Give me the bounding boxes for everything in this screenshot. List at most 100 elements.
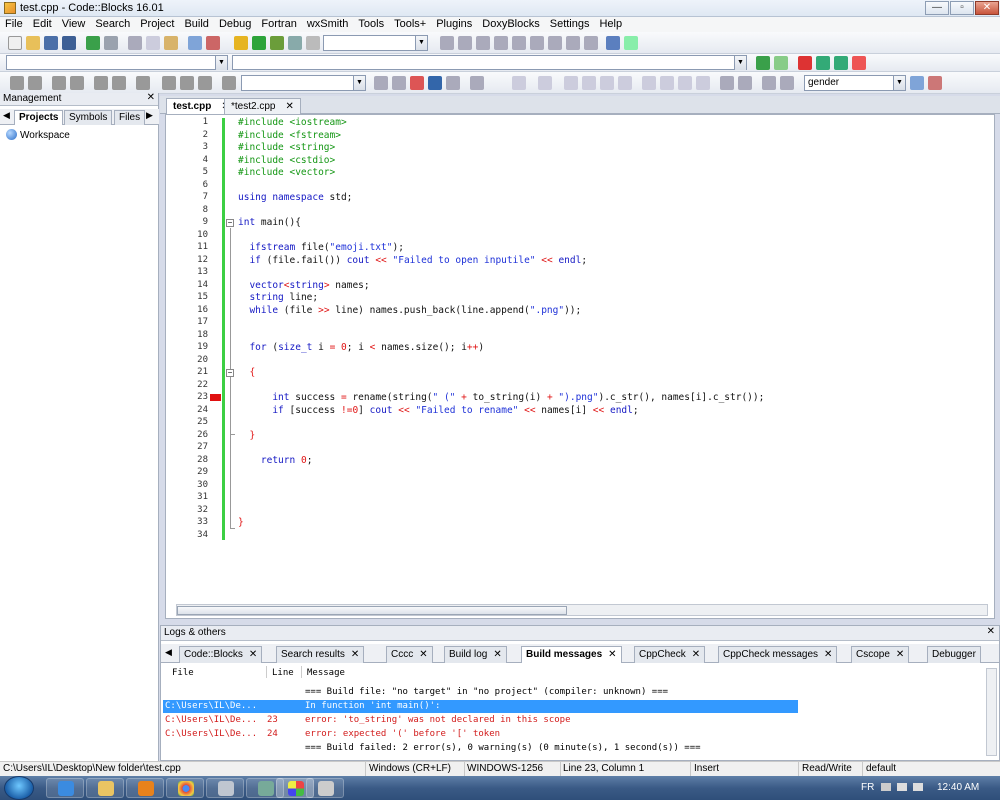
tab-cccc[interactable]: Cccc ✕ bbox=[386, 646, 433, 663]
log-row[interactable]: === Build file: "no target" in "no proje… bbox=[163, 686, 798, 699]
code-line[interactable]: if (file.fail()) cout << "Failed to open… bbox=[238, 255, 587, 266]
abort-icon[interactable] bbox=[306, 36, 320, 50]
shape-icon-2[interactable] bbox=[582, 76, 596, 90]
replace-icon[interactable] bbox=[206, 36, 220, 50]
build-target-combo[interactable]: ▼ bbox=[323, 35, 428, 51]
shape-icon-8[interactable] bbox=[696, 76, 710, 90]
tab-test2-cpp[interactable]: *test2.cpp ✕ bbox=[224, 98, 301, 114]
close-tab-icon[interactable]: ✕ bbox=[249, 649, 257, 660]
shape-icon-4[interactable] bbox=[618, 76, 632, 90]
code-line[interactable]: #include <vector> bbox=[238, 167, 335, 178]
menu-build[interactable]: Build bbox=[179, 17, 213, 32]
close-tab-icon[interactable]: ✕ bbox=[692, 649, 700, 660]
text-style-icon[interactable] bbox=[428, 76, 442, 90]
code-line[interactable]: if [success !=0] cout << "Failed to rena… bbox=[238, 405, 638, 416]
debug-windows-icon[interactable] bbox=[606, 36, 620, 50]
tool-icon-2[interactable] bbox=[28, 76, 42, 90]
log-row[interactable]: C:\Users\IL\De... 24 error: expected '(' b… bbox=[163, 728, 798, 741]
highlight-icon[interactable] bbox=[410, 76, 424, 90]
tab-cppcheck-messages[interactable]: CppCheck messages ✕ bbox=[718, 646, 838, 663]
network-icon[interactable] bbox=[897, 783, 907, 791]
cut-icon[interactable] bbox=[128, 36, 142, 50]
code-line[interactable]: int main(){ bbox=[238, 217, 301, 228]
marker-margin[interactable] bbox=[210, 115, 222, 605]
code-editor[interactable]: 1 2 3 4 5 6 7 8 9 10 11 12 13 14 15 16 17 18 19 20 21 22 23 24 2… bbox=[165, 114, 995, 619]
run-icon[interactable] bbox=[252, 36, 266, 50]
tool-icon-7[interactable] bbox=[136, 76, 150, 90]
code-line[interactable]: ifstream file("emoji.txt"); bbox=[238, 242, 403, 253]
close-tab-icon[interactable]: ✕ bbox=[824, 649, 832, 660]
next-bookmark-icon[interactable] bbox=[834, 56, 848, 70]
copy-icon[interactable] bbox=[146, 36, 160, 50]
taskbar-chrome[interactable] bbox=[166, 778, 204, 798]
volume-icon[interactable] bbox=[913, 783, 923, 791]
step-out-icon[interactable] bbox=[512, 36, 526, 50]
close-tab-icon[interactable]: ✕ bbox=[285, 101, 293, 112]
scope-combo[interactable]: ▼ bbox=[6, 55, 228, 70]
tool-icon-9[interactable] bbox=[180, 76, 194, 90]
menu-project[interactable]: Project bbox=[135, 17, 179, 32]
minimize-button[interactable]: — bbox=[925, 1, 949, 15]
tab-codeblocks-log[interactable]: Code::Blocks ✕ bbox=[179, 646, 263, 663]
save-all-icon[interactable] bbox=[62, 36, 76, 50]
maximize-button[interactable]: ▫ bbox=[950, 1, 974, 15]
tab-build-log[interactable]: Build log ✕ bbox=[444, 646, 507, 663]
rebuild-icon[interactable] bbox=[288, 36, 302, 50]
redo-icon[interactable] bbox=[104, 36, 118, 50]
step-into-icon[interactable] bbox=[494, 36, 508, 50]
close-tab-icon[interactable]: ✕ bbox=[608, 649, 616, 660]
taskbar-media[interactable] bbox=[126, 778, 164, 798]
menu-edit[interactable]: Edit bbox=[28, 17, 57, 32]
log-row[interactable]: C:\Users\IL\De... 23 error: 'to_string' wa… bbox=[163, 714, 798, 727]
tray-arrow-icon[interactable] bbox=[881, 783, 891, 791]
tool-icon-3[interactable] bbox=[52, 76, 66, 90]
menu-file[interactable]: File bbox=[0, 17, 28, 32]
menu-help[interactable]: Help bbox=[594, 17, 627, 32]
next-instruction-icon[interactable] bbox=[530, 36, 544, 50]
fold-margin[interactable]: − − bbox=[225, 115, 235, 605]
run-to-cursor-icon[interactable] bbox=[458, 36, 472, 50]
taskbar-app-1[interactable] bbox=[206, 778, 244, 798]
code-line[interactable]: return 0; bbox=[238, 455, 313, 466]
tool-icon-4[interactable] bbox=[70, 76, 84, 90]
nav-back-icon[interactable] bbox=[374, 76, 388, 90]
tool-icon-5[interactable] bbox=[94, 76, 108, 90]
new-file-icon[interactable] bbox=[8, 36, 22, 50]
jump-forward-icon[interactable] bbox=[774, 56, 788, 70]
tab-scroll-left-icon[interactable]: ◀ bbox=[3, 110, 10, 121]
menu-view[interactable]: View bbox=[57, 17, 91, 32]
column-message[interactable]: Message bbox=[307, 668, 345, 678]
code-line[interactable]: #include <cstdio> bbox=[238, 155, 335, 166]
code-line[interactable]: int success = rename(string(" (" + to_st… bbox=[238, 392, 764, 403]
tool-icon-12[interactable] bbox=[470, 76, 484, 90]
logs-vertical-scrollbar[interactable] bbox=[986, 668, 997, 756]
save-icon[interactable] bbox=[44, 36, 58, 50]
close-tab-icon[interactable]: ✕ bbox=[351, 649, 359, 660]
shape-icon-5[interactable] bbox=[642, 76, 656, 90]
settings-wrench-icon[interactable] bbox=[928, 76, 942, 90]
symbol-combo[interactable]: ▼ bbox=[241, 75, 366, 91]
shape-icon-1[interactable] bbox=[564, 76, 578, 90]
c-icon[interactable] bbox=[780, 76, 794, 90]
code-line[interactable]: } bbox=[238, 517, 244, 528]
close-logs-icon[interactable]: ✕ bbox=[987, 626, 995, 637]
code-line[interactable]: #include <fstream> bbox=[238, 130, 341, 141]
clear-bookmarks-icon[interactable] bbox=[852, 56, 866, 70]
tab-build-messages[interactable]: Build messages ✕ bbox=[521, 646, 622, 663]
tab-search-results[interactable]: Search results ✕ bbox=[276, 646, 365, 663]
code-line[interactable]: } bbox=[238, 430, 255, 441]
tool-icon-11[interactable] bbox=[222, 76, 236, 90]
tab-symbols[interactable]: Symbols bbox=[64, 110, 113, 125]
select-icon[interactable] bbox=[512, 76, 526, 90]
function-combo[interactable]: ▼ bbox=[232, 55, 747, 70]
debug-icon[interactable] bbox=[440, 36, 454, 50]
stop-debug-icon[interactable] bbox=[584, 36, 598, 50]
taskbar-ie[interactable] bbox=[46, 778, 84, 798]
code-line[interactable]: #include <string> bbox=[238, 142, 335, 153]
paste-icon[interactable] bbox=[164, 36, 178, 50]
taskbar-explorer[interactable] bbox=[86, 778, 124, 798]
tool-icon-10[interactable] bbox=[198, 76, 212, 90]
code-line[interactable]: string line; bbox=[238, 292, 318, 303]
pause-icon[interactable] bbox=[566, 36, 580, 50]
workspace-node[interactable]: Workspace bbox=[6, 129, 70, 141]
